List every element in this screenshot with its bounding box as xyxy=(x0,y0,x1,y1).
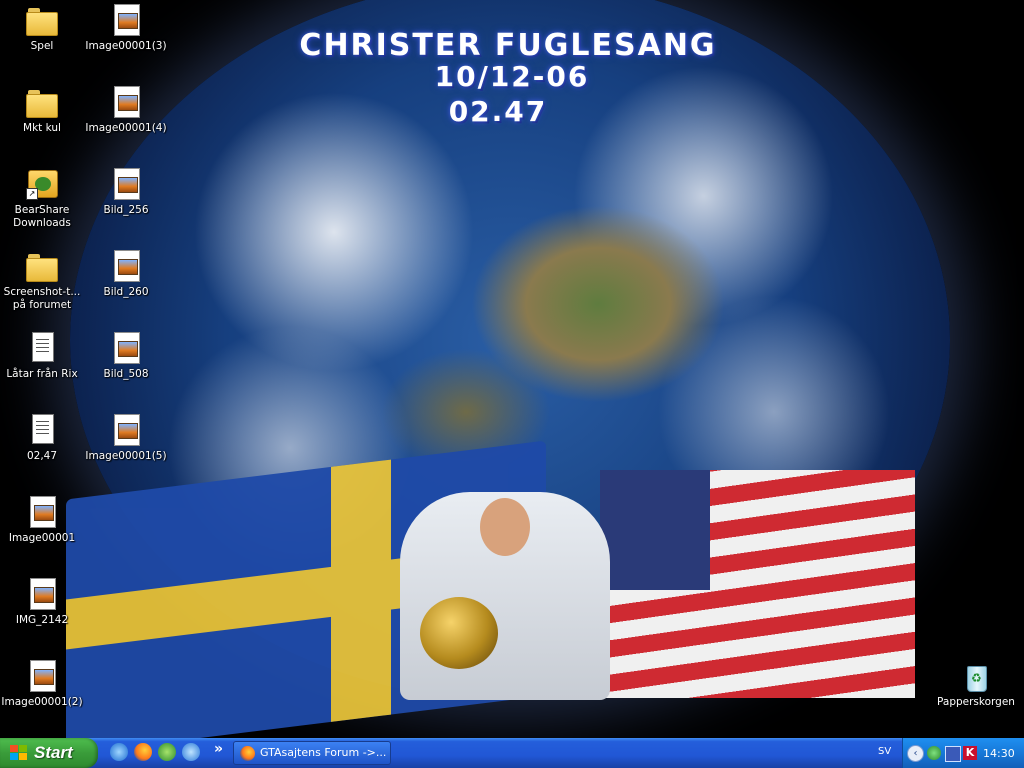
desktop-icon-mkt-kul[interactable]: Mkt kul xyxy=(0,86,84,135)
language-indicator[interactable]: SV xyxy=(878,746,891,757)
internet-explorer-icon[interactable] xyxy=(110,743,128,761)
image-file-icon xyxy=(110,86,142,118)
desktop-icon-label: Image00001(3) xyxy=(85,40,167,52)
desktop-icon-label: Image00001(2) xyxy=(1,696,83,708)
network-icon[interactable] xyxy=(927,746,941,760)
kaspersky-icon[interactable]: K xyxy=(963,746,977,760)
desktop-icon-recycle-bin[interactable]: ♻ Papperskorgen xyxy=(934,660,1018,709)
folder-icon xyxy=(26,250,58,282)
show-hidden-icon[interactable]: ‹ xyxy=(907,745,924,762)
desktop-icon-bild-260[interactable]: Bild_260 xyxy=(84,250,168,299)
desktop-icon-label: Image00001(4) xyxy=(85,122,167,134)
messenger-icon[interactable] xyxy=(158,743,176,761)
text-file-icon xyxy=(26,332,58,364)
wallpaper-astronaut xyxy=(400,492,610,700)
image-file-icon xyxy=(26,496,58,528)
quick-launch-overflow-chevron[interactable]: » xyxy=(214,741,223,757)
system-tray: ‹ K 14:30 xyxy=(902,738,1024,768)
wallpaper-us-flag xyxy=(600,470,915,698)
image-file-icon xyxy=(110,168,142,200)
desktop-icon-bild-508[interactable]: Bild_508 xyxy=(84,332,168,381)
recycle-bin-icon: ♻ xyxy=(960,660,992,692)
folder-icon xyxy=(26,4,58,36)
folder-icon xyxy=(26,86,58,118)
start-button-label: Start xyxy=(34,743,73,762)
desktop-icon-bild-256[interactable]: Bild_256 xyxy=(84,168,168,217)
desktop-icon-label: Mkt kul xyxy=(23,122,61,134)
image-file-icon xyxy=(110,250,142,282)
desktop-icon-label: IMG_2142 xyxy=(15,614,69,626)
desktop-icon-label: 02,47 xyxy=(26,450,58,462)
desktop[interactable]: CHRISTER FUGLESANG 10/12-06 02.47 Spel M… xyxy=(0,0,1024,738)
desktop-icon-image00001-2[interactable]: Image00001(2) xyxy=(0,660,84,709)
desktop-icon-label: Bild_256 xyxy=(103,204,149,216)
start-button[interactable]: Start xyxy=(0,738,98,768)
desktop-icon-label: BearShare Downloads xyxy=(13,204,71,229)
desktop-icon-label: Screenshot-t... på forumet xyxy=(3,286,81,311)
desktop-icon-label: Låtar från Rix xyxy=(6,368,78,380)
firefox-icon xyxy=(240,746,255,761)
windows-logo-icon xyxy=(10,745,28,761)
taskbar: Start » GTAsajtens Forum ->... SV ‹ K 14… xyxy=(0,738,1024,768)
desktop-icon-label: Image00001(5) xyxy=(85,450,167,462)
desktop-icon-0247[interactable]: 02,47 xyxy=(0,414,84,463)
bearshare-icon: ↗ xyxy=(26,168,58,200)
desktop-icon-image00001-3[interactable]: Image00001(3) xyxy=(84,4,168,53)
desktop-icon-screenshot-folder[interactable]: Screenshot-t... på forumet xyxy=(0,250,84,312)
image-file-icon xyxy=(110,414,142,446)
desktop-icon-image00001-5[interactable]: Image00001(5) xyxy=(84,414,168,463)
image-file-icon xyxy=(110,332,142,364)
clock[interactable]: 14:30 xyxy=(983,747,1015,760)
desktop-icon-img-2142[interactable]: IMG_2142 xyxy=(0,578,84,627)
image-file-icon xyxy=(26,660,58,692)
desktop-icon-latar-fran-rix[interactable]: Låtar från Rix xyxy=(0,332,84,381)
monitor-icon[interactable] xyxy=(945,746,961,762)
firefox-icon[interactable] xyxy=(134,743,152,761)
desktop-icon-image00001[interactable]: Image00001 xyxy=(0,496,84,545)
taskbar-button-gtasajtens-forum[interactable]: GTAsajtens Forum ->... xyxy=(233,741,391,765)
desktop-icon-label: Image00001 xyxy=(8,532,76,544)
desktop-icon-image00001-4[interactable]: Image00001(4) xyxy=(84,86,168,135)
desktop-icon-label: Bild_508 xyxy=(103,368,149,380)
desktop-icon-label: Spel xyxy=(30,40,54,52)
image-file-icon xyxy=(26,578,58,610)
ie-icon[interactable] xyxy=(182,743,200,761)
text-file-icon xyxy=(26,414,58,446)
desktop-icon-spel[interactable]: Spel xyxy=(0,4,84,53)
desktop-icon-bearshare-downloads[interactable]: ↗ BearShare Downloads xyxy=(0,168,84,230)
image-file-icon xyxy=(110,4,142,36)
taskbar-button-label: GTAsajtens Forum ->... xyxy=(260,746,387,759)
desktop-icon-label: Papperskorgen xyxy=(937,696,1015,708)
desktop-icon-label: Bild_260 xyxy=(103,286,149,298)
